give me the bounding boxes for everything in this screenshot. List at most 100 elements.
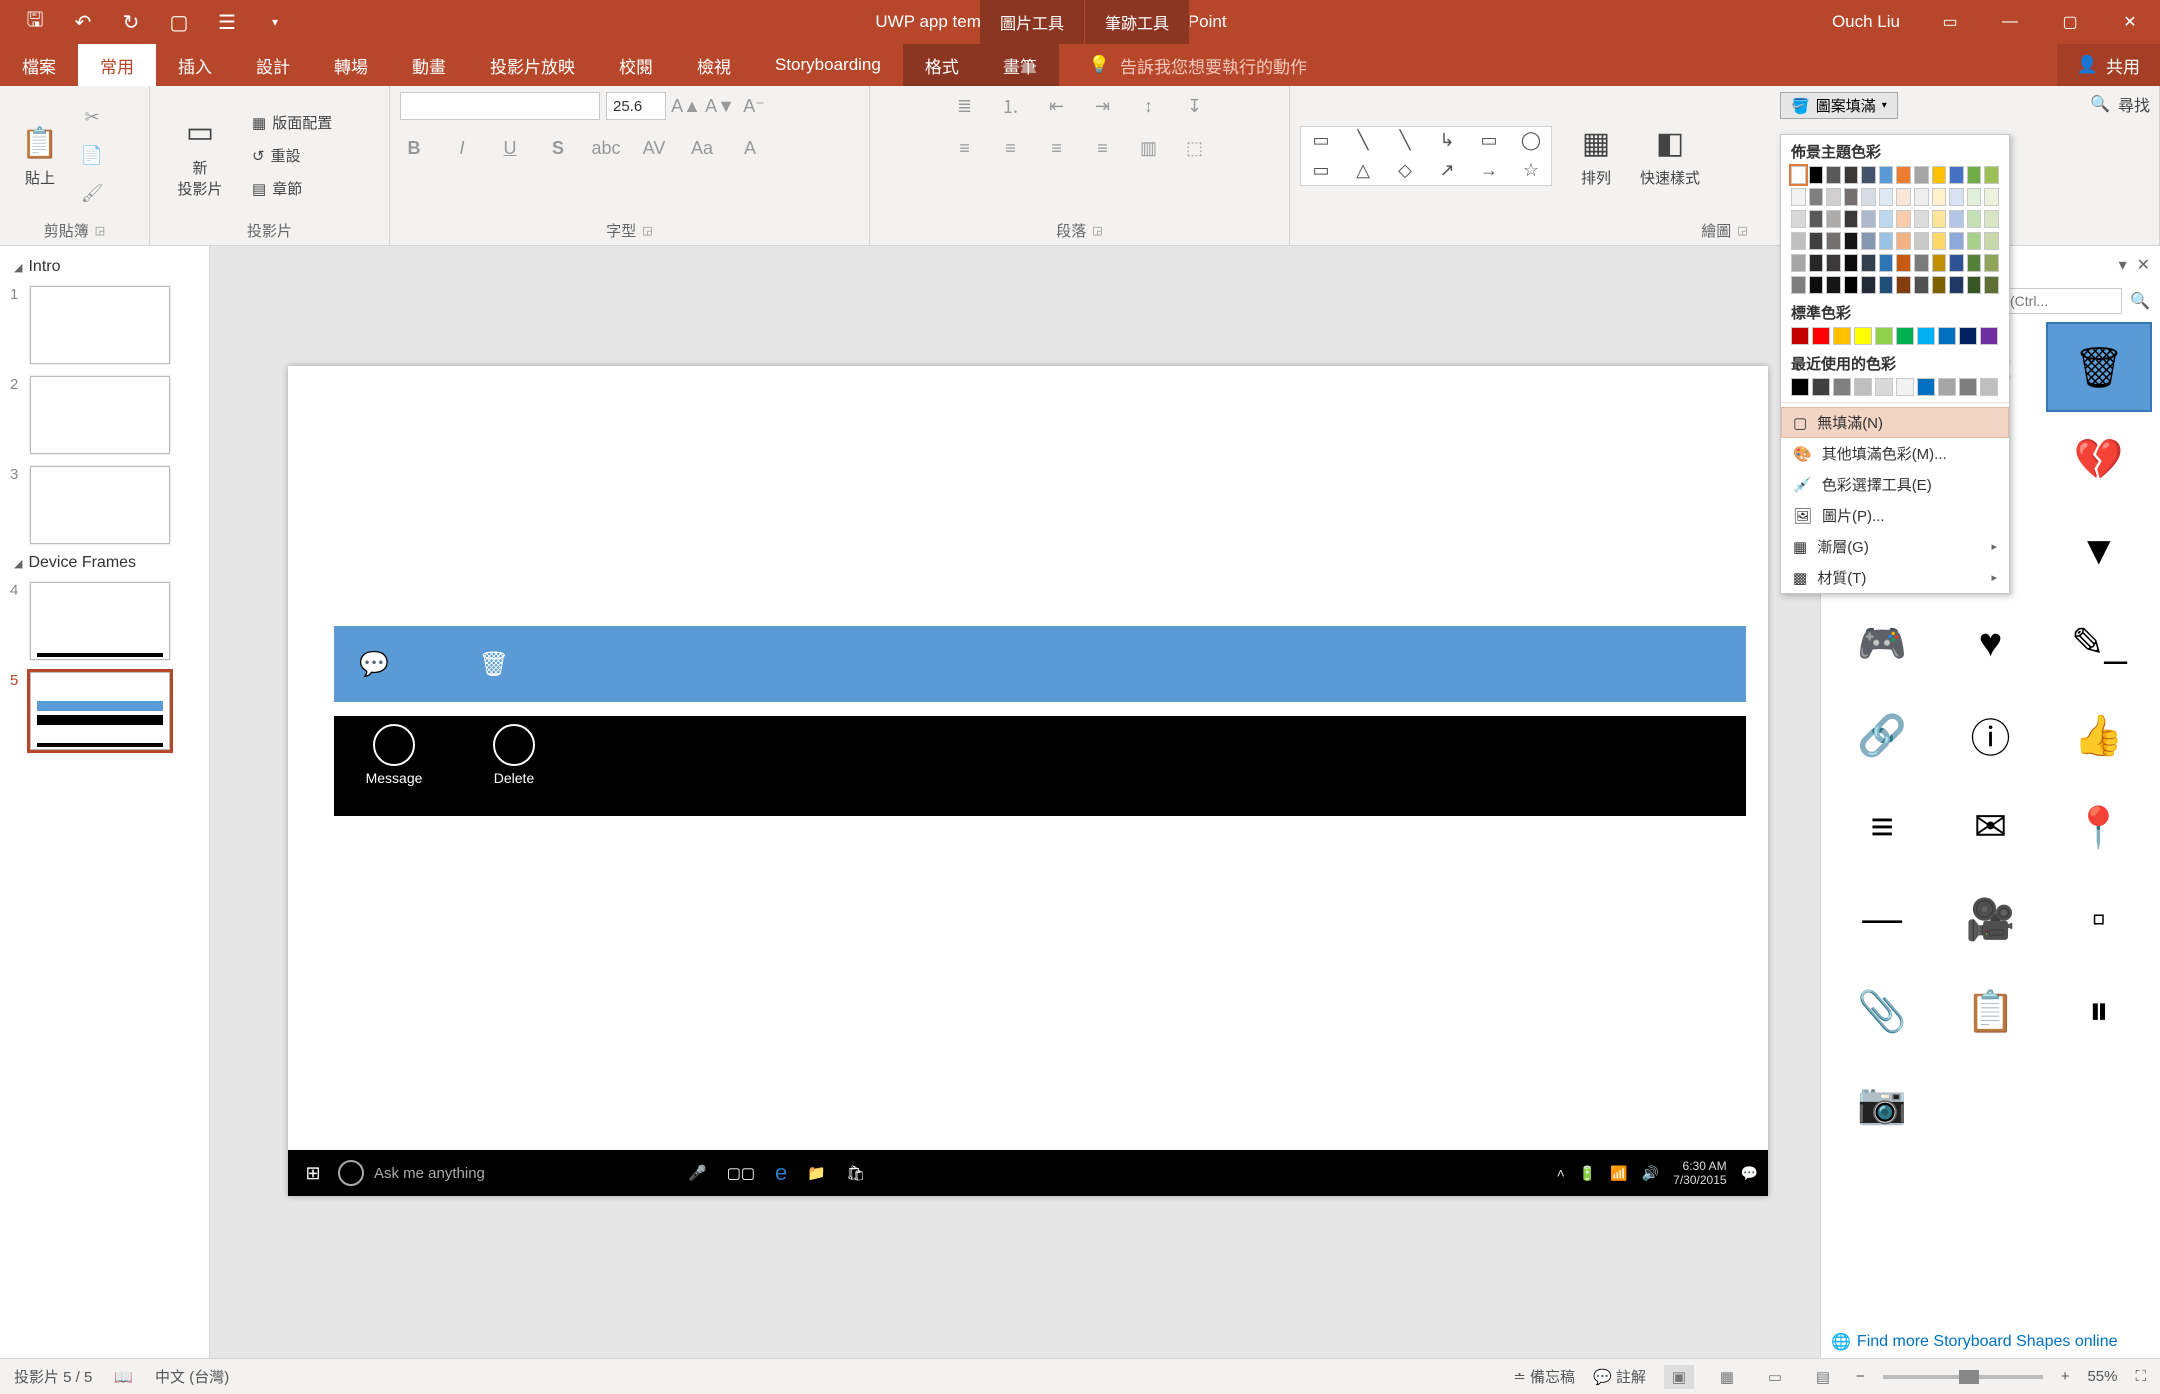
italic-icon[interactable]: I: [448, 134, 476, 162]
color-swatch[interactable]: [1938, 327, 1956, 345]
color-swatch[interactable]: [1812, 327, 1830, 345]
color-swatch[interactable]: [1967, 232, 1982, 250]
blue-command-bar[interactable]: 💬 🗑: [334, 626, 1746, 702]
color-swatch[interactable]: [1809, 166, 1824, 184]
eyedropper-item[interactable]: 💉色彩選擇工具(E): [1781, 469, 2009, 500]
tab-animations[interactable]: 動畫: [390, 44, 468, 86]
color-swatch[interactable]: [1861, 210, 1876, 228]
color-swatch[interactable]: [1896, 276, 1911, 294]
color-swatch[interactable]: [1959, 378, 1977, 396]
color-swatch[interactable]: [1980, 327, 1998, 345]
shape-location-icon[interactable]: 📍: [2046, 782, 2152, 872]
color-swatch[interactable]: [1949, 254, 1964, 272]
tell-me-box[interactable]: 💡 告訴我您想要執行的動作: [1059, 44, 2057, 86]
section-button[interactable]: ▤章節: [248, 176, 336, 201]
color-swatch[interactable]: [1826, 276, 1841, 294]
shape-line2-icon[interactable]: ╲: [1385, 127, 1425, 155]
tab-insert[interactable]: 插入: [156, 44, 234, 86]
color-swatch[interactable]: [1914, 210, 1929, 228]
color-swatch[interactable]: [1949, 232, 1964, 250]
reset-button[interactable]: ↺重設: [248, 143, 336, 168]
shape-rect-icon[interactable]: ▭: [1469, 127, 1509, 155]
color-swatch[interactable]: [1879, 166, 1894, 184]
mic-icon[interactable]: 🎤: [678, 1164, 717, 1182]
color-swatch[interactable]: [1844, 166, 1859, 184]
quick-styles-button[interactable]: ◧ 快速樣式: [1640, 123, 1700, 188]
color-swatch[interactable]: [1879, 210, 1894, 228]
share-button[interactable]: 👤 共用: [2057, 44, 2160, 86]
thumbnail-3[interactable]: 3: [0, 460, 209, 550]
color-swatch[interactable]: [1984, 276, 1999, 294]
save-icon[interactable]: 🖫: [20, 7, 50, 37]
align-left-icon[interactable]: ≡: [951, 134, 979, 162]
shape-fill-button[interactable]: 🪣 圖案填滿 ▾: [1780, 92, 1898, 119]
tab-review[interactable]: 校閱: [597, 44, 675, 86]
color-swatch[interactable]: [1896, 378, 1914, 396]
color-swatch[interactable]: [1949, 166, 1964, 184]
color-swatch[interactable]: [1984, 210, 1999, 228]
tab-transitions[interactable]: 轉場: [312, 44, 390, 86]
color-swatch[interactable]: [1896, 232, 1911, 250]
tab-ink-format[interactable]: 畫筆: [981, 44, 1059, 86]
color-swatch[interactable]: [1896, 188, 1911, 206]
color-swatch[interactable]: [1844, 254, 1859, 272]
picture-tools-tab[interactable]: 圖片工具: [980, 0, 1085, 44]
color-swatch[interactable]: [1967, 276, 1982, 294]
color-swatch[interactable]: [1932, 166, 1947, 184]
delete-control[interactable]: Delete: [454, 724, 574, 786]
color-swatch[interactable]: [1967, 188, 1982, 206]
color-swatch[interactable]: [1949, 210, 1964, 228]
paste-button[interactable]: 📋 貼上: [10, 123, 70, 188]
shape-diamond-icon[interactable]: ◇: [1385, 157, 1425, 185]
shrink-font-icon[interactable]: A▼: [706, 92, 734, 120]
cortana-search[interactable]: Ask me anything: [338, 1160, 678, 1186]
color-swatch[interactable]: [1917, 378, 1935, 396]
color-swatch[interactable]: [1861, 254, 1876, 272]
shape-heart-icon[interactable]: ♥: [1937, 598, 2043, 688]
zoom-level[interactable]: 55%: [2087, 1368, 2117, 1385]
bullets-icon[interactable]: ≣: [951, 92, 979, 120]
tab-home[interactable]: 常用: [78, 44, 156, 86]
shape-line-icon[interactable]: ╲: [1343, 127, 1383, 155]
start-from-beginning-icon[interactable]: ▢: [164, 7, 194, 37]
shape-info-icon[interactable]: ⓘ: [1937, 690, 2043, 780]
color-swatch[interactable]: [1791, 254, 1806, 272]
shape-highlight-icon[interactable]: ✎_: [2046, 598, 2152, 688]
shape-like-icon[interactable]: 👍: [2046, 690, 2152, 780]
clock[interactable]: 6:30 AM 7/30/2015: [1673, 1159, 1726, 1187]
edge-icon[interactable]: e: [765, 1160, 797, 1186]
minimize-icon[interactable]: —: [1980, 0, 2040, 44]
color-swatch[interactable]: [1980, 378, 1998, 396]
delete-icon-white[interactable]: 🗑: [464, 650, 524, 679]
color-swatch[interactable]: [1826, 210, 1841, 228]
shape-page-icon[interactable]: ▫: [2046, 874, 2152, 964]
black-command-bar[interactable]: Message Delete: [334, 716, 1746, 816]
more-colors-item[interactable]: 🎨其他填滿色彩(M)...: [1781, 438, 2009, 469]
shape-triangle-icon[interactable]: △: [1343, 157, 1383, 185]
color-swatch[interactable]: [1967, 210, 1982, 228]
thumbnail-5[interactable]: 5: [0, 666, 209, 756]
sorter-view-icon[interactable]: ▦: [1712, 1365, 1742, 1389]
color-swatch[interactable]: [1967, 166, 1982, 184]
color-swatch[interactable]: [1967, 254, 1982, 272]
windows-taskbar[interactable]: ⊞ Ask me anything 🎤 ▢▢ e 📁 🛍 ˄ 🔋 📶 🔊 6:3…: [288, 1150, 1768, 1196]
color-swatch[interactable]: [1809, 254, 1824, 272]
strike-icon[interactable]: abc: [592, 134, 620, 162]
tab-file[interactable]: 檔案: [0, 44, 78, 86]
color-swatch[interactable]: [1984, 254, 1999, 272]
undo-icon[interactable]: ↶: [68, 7, 98, 37]
grow-font-icon[interactable]: A▲: [672, 92, 700, 120]
drawing-dialog-icon[interactable]: ◲: [1737, 224, 1747, 237]
gradient-item[interactable]: ▦漸層(G)▸: [1781, 531, 2009, 562]
paragraph-dialog-icon[interactable]: ◲: [1092, 224, 1102, 237]
color-swatch[interactable]: [1938, 378, 1956, 396]
battery-icon[interactable]: 🔋: [1579, 1165, 1596, 1182]
no-fill-item[interactable]: ▢無填滿(N): [1781, 407, 2009, 438]
color-swatch[interactable]: [1791, 188, 1806, 206]
color-swatch[interactable]: [1809, 188, 1824, 206]
tab-design[interactable]: 設計: [234, 44, 312, 86]
tab-storyboarding[interactable]: Storyboarding: [753, 44, 903, 86]
fit-to-window-icon[interactable]: ⛶: [2135, 1368, 2146, 1385]
pane-options-icon[interactable]: ▾: [2119, 255, 2127, 275]
color-swatch[interactable]: [1879, 188, 1894, 206]
